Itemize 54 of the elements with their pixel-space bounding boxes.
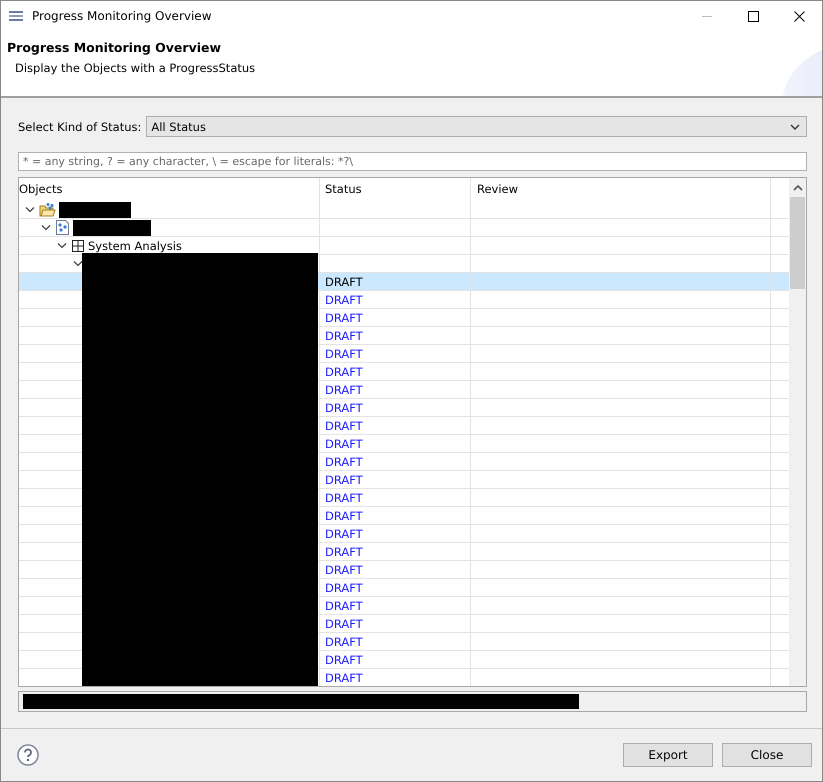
status-text: DRAFT [325, 490, 363, 504]
field-label: Select Kind of Status: [18, 120, 142, 134]
status-text: DRAFT [325, 598, 363, 612]
status-text: DRAFT [325, 526, 363, 540]
status-text: DRAFT [325, 346, 363, 360]
dialog-button[interactable]: Export [623, 743, 713, 767]
status-text: DRAFT [325, 436, 363, 450]
status-text: DRAFT [325, 652, 363, 666]
chevron-icon[interactable] [57, 242, 67, 249]
dialog-title: Progress Monitoring Overview [7, 40, 222, 55]
status-text: DRAFT [325, 292, 363, 306]
chevron-icon[interactable] [73, 260, 83, 267]
scrollbar-thumb[interactable] [790, 197, 805, 289]
scroll-up-icon[interactable] [792, 184, 802, 192]
grid-icon [71, 238, 85, 252]
status-text: DRAFT [325, 472, 363, 486]
chevron-icon[interactable] [41, 224, 51, 231]
close-icon [794, 10, 804, 22]
status-text: DRAFT [325, 328, 363, 342]
status-text: DRAFT [325, 670, 363, 684]
dialog-description: Display the Objects with a ProgressStatus [15, 61, 256, 75]
status-text: DRAFT [325, 310, 363, 324]
maximize-icon [748, 10, 758, 22]
status-text: DRAFT [325, 400, 363, 414]
folder-icon [39, 202, 56, 217]
status-text: DRAFT [325, 454, 363, 468]
status-text: DRAFT [325, 508, 363, 522]
window-title: Progress Monitoring Overview [32, 9, 213, 23]
column-header[interactable]: Objects [19, 178, 320, 201]
filter-field[interactable]: * = any string, ? = any character, \ = escape for literals: *?\ [18, 152, 807, 171]
column-header[interactable]: Review [471, 178, 771, 201]
vertical-scrollbar[interactable] [789, 178, 806, 686]
tree-item-label: System Analysis [88, 238, 182, 252]
chevron-icon[interactable] [25, 206, 35, 213]
tree-row[interactable]: DRAFT [19, 669, 789, 686]
document-icon [55, 220, 70, 235]
status-text: DRAFT [325, 364, 363, 378]
dialog-button[interactable]: Close [722, 743, 812, 767]
status-text: DRAFT [325, 580, 363, 594]
status-text: DRAFT [325, 382, 363, 396]
tree-row[interactable]: DRAFT [19, 273, 789, 291]
status-text: DRAFT [325, 418, 363, 432]
status-dropdown[interactable]: All Status [146, 116, 807, 137]
redaction-block [59, 202, 131, 218]
status-text: DRAFT [325, 562, 363, 576]
column-header[interactable]: Status [320, 178, 471, 201]
status-text: DRAFT [325, 616, 363, 630]
app-icon [8, 9, 24, 23]
tree-row[interactable] [19, 219, 789, 237]
status-text: DRAFT [325, 634, 363, 648]
status-text: DRAFT [325, 274, 363, 288]
tree-row[interactable] [19, 201, 789, 219]
help-icon[interactable] [17, 744, 39, 766]
status-text: DRAFT [325, 544, 363, 558]
